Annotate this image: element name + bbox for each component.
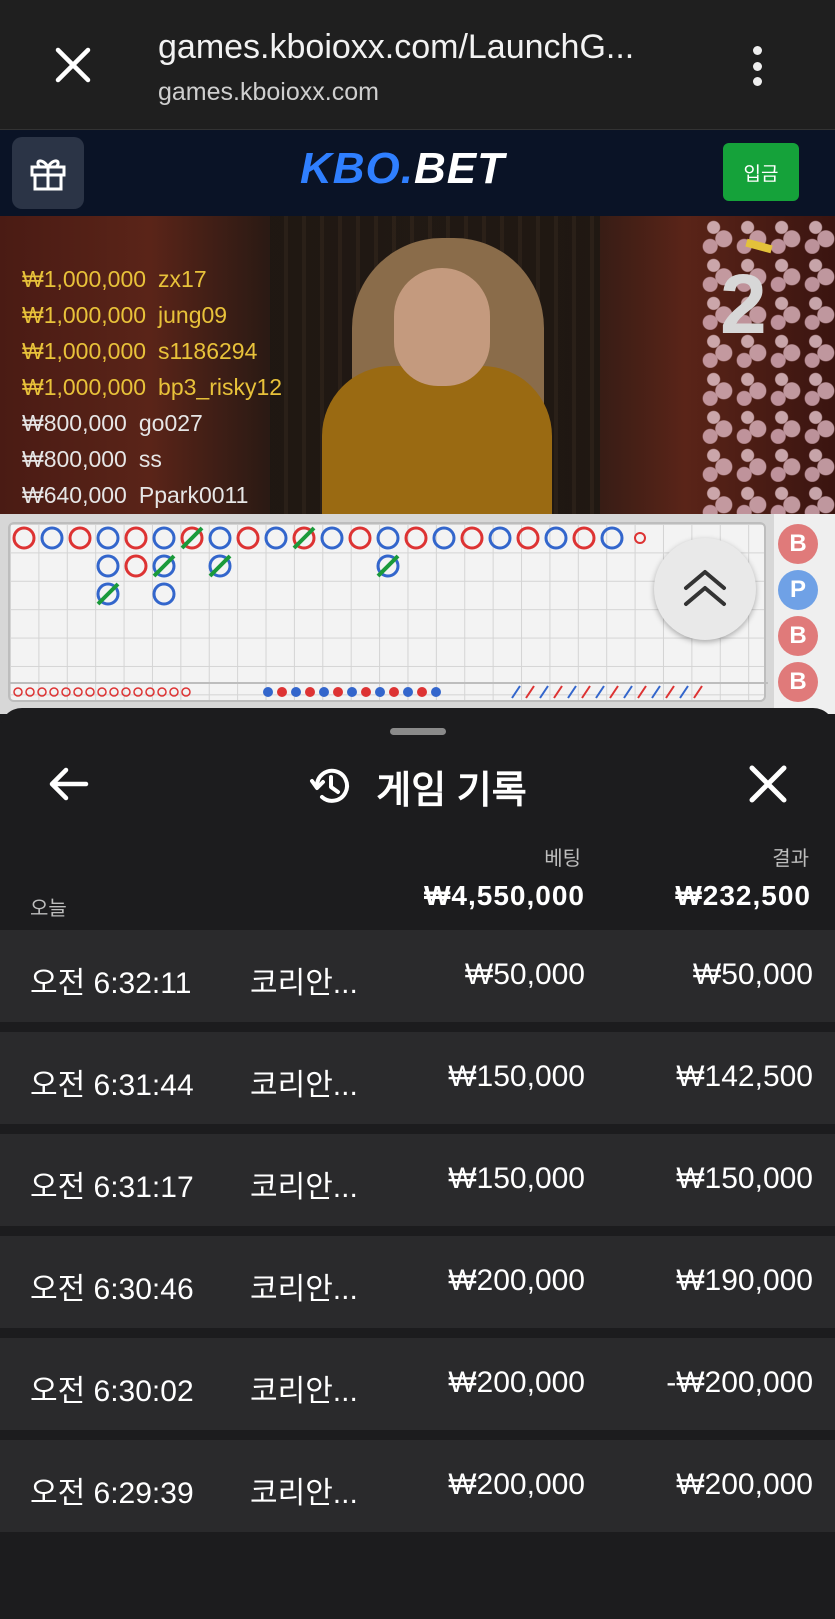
close-icon[interactable] [740, 756, 796, 812]
bead-banker: B [778, 616, 818, 656]
row-result: ₩200,000 [676, 1468, 813, 1501]
total-bet: ₩4,550,000 [424, 880, 585, 911]
row-result: -₩200,000 [666, 1366, 813, 1399]
winner-row: ₩800,000 ss [22, 446, 282, 482]
logo-bet: BET [414, 144, 505, 193]
history-row[interactable]: 오전 6:30:46 코리안... ₩200,000 ₩190,000 [0, 1236, 835, 1338]
history-row[interactable]: 오전 6:32:11 코리안... ₩50,000 ₩50,000 [0, 930, 835, 1032]
row-time: 오전 6:30:02 [30, 1375, 194, 1408]
winner-amount: ₩1,000,000 [22, 266, 147, 292]
row-time: 오전 6:31:17 [30, 1171, 194, 1204]
bead-player: P [778, 570, 818, 610]
row-game: 코리안... [250, 967, 358, 1000]
column-header-bet: 베팅 [544, 848, 581, 870]
winner-row: ₩1,000,000 zx17 [22, 266, 282, 302]
scroll-up-button[interactable] [654, 538, 756, 640]
row-bet: ₩150,000 [448, 1060, 585, 1093]
sheet-title-text: 게임 기록 [376, 769, 527, 812]
history-row[interactable]: 오전 6:31:44 코리안... ₩150,000 ₩142,500 [0, 1032, 835, 1134]
winner-row: ₩640,000 Ppark0011 [22, 482, 282, 514]
history-row[interactable]: 오전 6:30:02 코리안... ₩200,000 -₩200,000 [0, 1338, 835, 1440]
winner-name: Ppark0011 [138, 482, 249, 508]
history-row[interactable]: 오전 6:31:17 코리안... ₩150,000 ₩150,000 [0, 1134, 835, 1236]
row-bet: ₩150,000 [448, 1162, 585, 1195]
winner-name: s1186294 [158, 338, 258, 364]
browser-toolbar: games.kboioxx.com/LaunchG... games.kboio… [0, 0, 835, 130]
live-video[interactable]: 2 ₩1,000,000 zx17 ₩1,000,000 jung09 ₩1,000… [0, 216, 835, 514]
row-time: 오전 6:31:44 [30, 1069, 194, 1102]
row-result: ₩150,000 [676, 1162, 813, 1195]
chevron-double-up-icon [684, 570, 726, 606]
column-header-result: 결과 [772, 848, 809, 870]
brand-logo[interactable]: KBO.BET [300, 144, 505, 194]
row-bet: ₩200,000 [448, 1264, 585, 1297]
row-game: 코리안... [250, 1273, 358, 1306]
row-bet: ₩200,000 [448, 1366, 585, 1399]
dealer-body [322, 366, 552, 514]
road-grid [8, 522, 768, 702]
date-group-label: 오늘 [30, 898, 67, 920]
url-title[interactable]: games.kboioxx.com/LaunchG... [158, 28, 634, 67]
row-time: 오전 6:29:39 [30, 1477, 194, 1510]
history-row[interactable]: 오전 6:29:39 코리안... ₩200,000 ₩200,000 [0, 1440, 835, 1542]
winner-amount: ₩640,000 [22, 482, 127, 508]
winner-name: go027 [138, 410, 203, 436]
winner-row: ₩1,000,000 s1186294 [22, 338, 282, 374]
row-result: ₩190,000 [676, 1264, 813, 1297]
row-game: 코리안... [250, 1375, 358, 1408]
row-bet: ₩200,000 [448, 1468, 585, 1501]
close-icon[interactable] [50, 42, 96, 88]
row-game: 코리안... [250, 1171, 358, 1204]
history-icon [310, 768, 350, 803]
dealer-face [394, 268, 490, 386]
winners-list: ₩1,000,000 zx17 ₩1,000,000 jung09 ₩1,000,0… [22, 266, 282, 514]
drag-handle[interactable] [390, 728, 446, 735]
site-header: KBO.BET 입금 [0, 130, 835, 216]
row-time: 오전 6:32:11 [30, 967, 192, 1000]
winner-amount: ₩800,000 [22, 410, 127, 436]
logo-kbo: KBO. [300, 144, 414, 193]
gift-button[interactable] [12, 137, 84, 209]
row-game: 코리안... [250, 1069, 358, 1102]
gift-icon [30, 159, 66, 191]
road-marks [10, 526, 768, 699]
sheet-title: 게임 기록 [0, 758, 835, 814]
winner-name: bp3_risky12 [158, 374, 283, 400]
row-bet: ₩50,000 [464, 958, 585, 991]
deposit-button[interactable]: 입금 [723, 143, 799, 201]
winner-name: ss [138, 446, 162, 472]
url-domain[interactable]: games.kboioxx.com [158, 78, 379, 107]
winner-amount: ₩1,000,000 [22, 302, 147, 328]
winner-row: ₩1,000,000 jung09 [22, 302, 282, 338]
bead-banker: B [778, 524, 818, 564]
winner-row: ₩1,000,000 bp3_risky12 [22, 374, 282, 410]
round-number: 2 [720, 257, 767, 351]
total-result: ₩232,500 [675, 880, 811, 911]
row-result: ₩142,500 [676, 1060, 813, 1093]
bead-banker: B [778, 662, 818, 702]
game-history-sheet: 게임 기록 베팅 결과 오늘 ₩4,550,000 ₩232,500 오전 6:… [0, 708, 835, 1619]
winner-amount: ₩1,000,000 [22, 338, 147, 364]
row-result: ₩50,000 [692, 958, 813, 991]
winner-name: jung09 [158, 302, 228, 328]
winner-name: zx17 [158, 266, 207, 292]
row-game: 코리안... [250, 1477, 358, 1510]
winner-row: ₩800,000 go027 [22, 410, 282, 446]
row-time: 오전 6:30:46 [30, 1273, 194, 1306]
winner-amount: ₩1,000,000 [22, 374, 147, 400]
winner-amount: ₩800,000 [22, 446, 127, 472]
more-vert-icon[interactable] [744, 44, 770, 88]
history-list: 오전 6:32:11 코리안... ₩50,000 ₩50,000 오전 6:3… [0, 930, 835, 1542]
